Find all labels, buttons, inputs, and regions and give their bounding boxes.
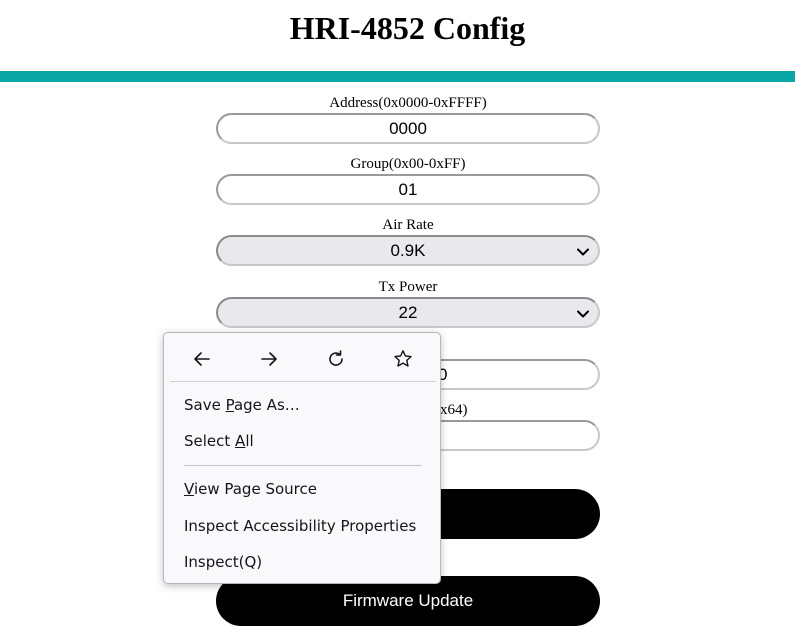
star-icon — [394, 350, 412, 367]
tx-power-value: 22 — [398, 303, 418, 322]
menu-accesskey: A — [235, 432, 246, 450]
address-label: Address(0x0000-0xFFFF) — [329, 95, 487, 111]
menu-separator — [184, 465, 422, 466]
bookmark-button[interactable] — [387, 345, 419, 373]
context-menu-nav-row — [164, 341, 442, 377]
air-rate-value: 0.9K — [390, 241, 426, 260]
reload-button[interactable] — [320, 345, 352, 373]
menu-label-post: iew Page Source — [193, 480, 317, 498]
menu-item-select-all[interactable]: Select All — [184, 426, 434, 456]
menu-label-post: ll — [245, 432, 254, 450]
group-label: Group(0x00-0xFF) — [350, 156, 466, 172]
page-title: HRI-4852 Config — [289, 10, 526, 46]
air-rate-field-group: Air Rate 0.9K — [216, 217, 600, 266]
chevron-down-icon — [577, 248, 589, 256]
context-menu: Save Page As… Select All View Page Sourc… — [163, 332, 441, 584]
back-button[interactable] — [186, 345, 218, 373]
menu-accesskey: P — [225, 396, 234, 414]
menu-accesskey: V — [184, 480, 194, 498]
group-field-group: Group(0x00-0xFF) 01 — [216, 156, 600, 205]
arrow-left-icon — [194, 352, 210, 366]
chevron-down-icon — [577, 310, 589, 318]
menu-label-post: age As… — [233, 396, 300, 414]
menu-item-inspect-accessibility[interactable]: Inspect Accessibility Properties — [184, 511, 434, 541]
menu-label-pre: Select — [184, 432, 236, 450]
address-input[interactable]: 0000 — [216, 113, 600, 144]
tx-power-select[interactable]: 22 — [216, 297, 600, 328]
air-rate-select[interactable]: 0.9K — [216, 235, 600, 266]
group-input[interactable]: 01 — [216, 174, 600, 205]
air-rate-label: Air Rate — [382, 217, 434, 233]
arrow-right-icon — [261, 352, 277, 366]
tx-power-field-group: Tx Power 22 — [216, 279, 600, 328]
tx-power-label: Tx Power — [378, 279, 438, 295]
forward-button[interactable] — [253, 345, 285, 373]
accent-bar — [0, 71, 795, 82]
address-field-group: Address(0x0000-0xFFFF) 0000 — [216, 95, 600, 144]
reload-icon — [329, 350, 343, 366]
menu-item-view-page-source[interactable]: View Page Source — [184, 474, 434, 504]
menu-label-pre: Save — [184, 396, 226, 414]
menu-item-save-page-as[interactable]: Save Page As… — [184, 390, 434, 420]
nav-separator — [170, 381, 436, 382]
menu-item-inspect[interactable]: Inspect(Q) — [184, 547, 434, 577]
